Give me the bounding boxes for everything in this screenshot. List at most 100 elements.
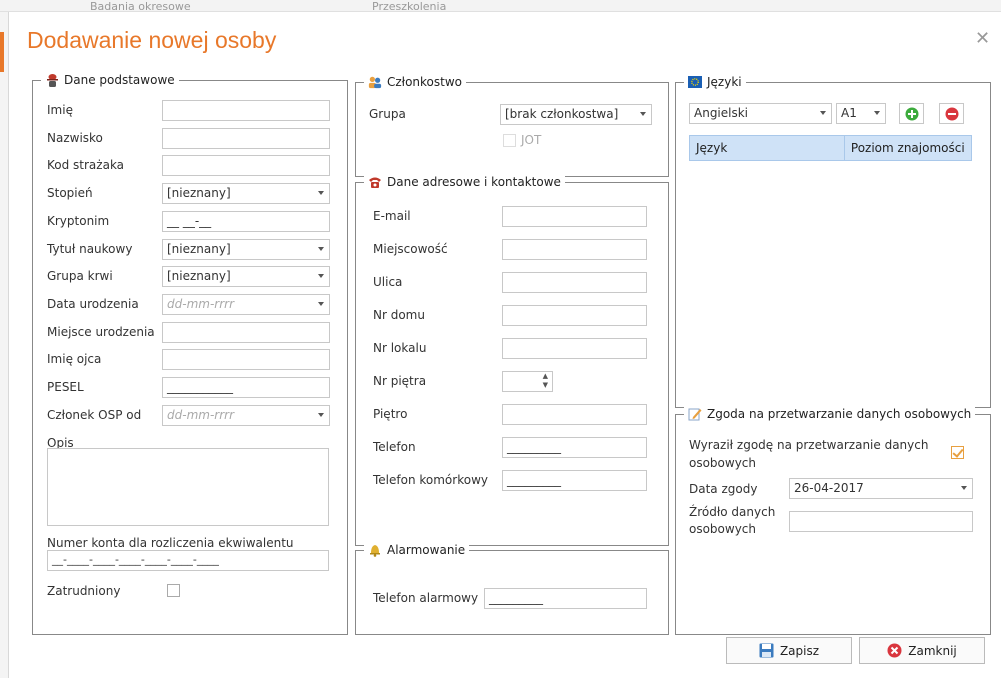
- background-tab-right: Przeszkolenia: [372, 0, 447, 12]
- basic-field-input[interactable]: [162, 155, 330, 177]
- contact-field-label: Telefon komórkowy: [373, 473, 488, 487]
- basic-field-label: Grupa krwi: [47, 269, 113, 284]
- column-poziom[interactable]: Poziom znajomości: [845, 136, 971, 160]
- consent-source-input[interactable]: [789, 511, 973, 532]
- basic-field-input[interactable]: __ __-__: [162, 210, 330, 232]
- basic-field-label: Imię: [47, 103, 73, 117]
- save-button[interactable]: Zapisz: [726, 637, 852, 664]
- basic-field-input[interactable]: ___________: [162, 377, 330, 398]
- jot-checkbox[interactable]: [503, 134, 516, 147]
- basic-field-value: [nieznany]: [167, 186, 231, 201]
- remove-language-button[interactable]: [939, 103, 964, 124]
- floppy-disk-icon: [759, 643, 774, 658]
- consent-agreed-checkbox[interactable]: [951, 446, 964, 459]
- contact-field-input[interactable]: [502, 239, 647, 260]
- contact-field-input[interactable]: [502, 305, 647, 326]
- language-select-value: Angielski: [694, 106, 749, 120]
- chevron-down-icon: [318, 301, 324, 306]
- contact-field-label: Ulica: [373, 275, 403, 289]
- contact-group: Dane adresowe i kontaktowe: [355, 174, 669, 546]
- language-select[interactable]: Angielski: [689, 103, 832, 124]
- membership-legend-text: Członkostwo: [387, 75, 463, 89]
- background-tab-left: Badania okresowe: [90, 0, 191, 12]
- dialog-title: Dodawanie nowej osoby: [27, 27, 277, 53]
- konto-input[interactable]: __-____-____-____-____-____-____: [47, 550, 329, 571]
- chevron-down-icon: [820, 111, 826, 115]
- languages-table-header: Język Poziom znajomości: [689, 135, 972, 161]
- basic-field-select[interactable]: [nieznany]: [162, 266, 330, 288]
- basic-field-input[interactable]: [162, 100, 330, 121]
- grupa-select-value: [brak członkostwa]: [505, 107, 619, 121]
- minus-icon: [945, 107, 958, 120]
- basic-field-label: Członek OSP od: [47, 407, 142, 422]
- basic-field-value: [nieznany]: [167, 269, 231, 284]
- column-jezyk[interactable]: Język: [690, 136, 845, 160]
- basic-field-input[interactable]: [162, 127, 330, 149]
- basic-field-input[interactable]: [162, 321, 330, 343]
- basic-data-legend-text: Dane podstawowe: [64, 73, 175, 87]
- chevron-down-icon: [961, 486, 967, 490]
- consent-date-picker[interactable]: 26-04-2017: [789, 478, 973, 499]
- contact-field-input[interactable]: [502, 272, 647, 293]
- basic-field-input[interactable]: [162, 349, 330, 371]
- consent-source-label: Źródło danych osobowych: [689, 505, 776, 536]
- contact-field-label: Nr piętra: [373, 374, 427, 388]
- add-person-dialog: Dodawanie nowej osoby ✕ Dane podstawowe …: [10, 12, 1001, 678]
- contact-field-label: Nr domu: [373, 308, 425, 322]
- alarm-phone-input[interactable]: _________: [484, 588, 647, 609]
- phone-icon: [368, 175, 382, 189]
- basic-field-select[interactable]: [nieznany]: [162, 238, 330, 260]
- basic-field-value: dd-mm-rrrr: [167, 296, 235, 311]
- level-select-value: A1: [841, 106, 857, 120]
- grupa-select[interactable]: [brak członkostwa]: [500, 104, 652, 125]
- chevron-down-icon: [874, 111, 880, 115]
- save-button-label: Zapisz: [779, 643, 820, 658]
- basic-field-select[interactable]: dd-mm-rrrr: [162, 293, 330, 315]
- zatrudniony-checkbox[interactable]: [167, 584, 180, 597]
- membership-group: Członkostwo: [355, 74, 669, 177]
- close-button[interactable]: Zamknij: [859, 637, 985, 664]
- chevron-down-icon: [318, 246, 324, 251]
- close-button-label: Zamknij: [908, 643, 957, 658]
- spinner-arrows-icon: ▲ ▼: [542, 372, 548, 389]
- firefighter-icon: [45, 73, 59, 87]
- floor-number-stepper[interactable]: ▲ ▼: [502, 371, 553, 392]
- contact-field-input[interactable]: [502, 404, 647, 425]
- languages-group: Języki: [675, 74, 991, 408]
- plus-icon: [905, 107, 918, 120]
- contact-field-input[interactable]: [502, 338, 647, 359]
- basic-field-select[interactable]: dd-mm-rrrr: [162, 404, 330, 426]
- contact-field-input[interactable]: _________: [502, 470, 647, 491]
- basic-field-label: Data urodzenia: [47, 296, 139, 311]
- contact-field-input[interactable]: _________: [502, 437, 647, 458]
- group-icon: [368, 75, 382, 89]
- contact-field-label: Miejscowość: [373, 242, 448, 256]
- chevron-down-icon: [318, 274, 324, 279]
- close-circle-icon: [887, 643, 902, 658]
- basic-field-value: dd-mm-rrrr: [167, 407, 235, 422]
- languages-legend-text: Języki: [707, 75, 742, 89]
- close-icon[interactable]: ✕: [975, 28, 990, 49]
- konto-label: Numer konta dla rozliczenia ekwiwalentu: [47, 536, 294, 550]
- level-select[interactable]: A1: [836, 103, 886, 124]
- basic-field-label: Stopień: [47, 186, 93, 201]
- contact-field-label: E-mail: [373, 209, 411, 223]
- basic-data-legend: Dane podstawowe: [41, 72, 179, 88]
- opis-textarea[interactable]: [47, 448, 329, 526]
- basic-field-select[interactable]: [nieznany]: [162, 183, 330, 205]
- chevron-down-icon: [640, 112, 646, 116]
- jot-label: JOT: [521, 133, 542, 147]
- background-tab-strip: Badania okresowe Przeszkolenia: [0, 0, 1001, 12]
- flag-icon: [688, 75, 702, 89]
- basic-field-label: Miejsce urodzenia: [47, 324, 155, 339]
- alarm-legend: Alarmowanie: [364, 542, 470, 558]
- consent-date-value: 26-04-2017: [794, 481, 864, 495]
- basic-field-label: Kryptonim: [47, 213, 110, 228]
- contact-field-input[interactable]: [502, 206, 647, 227]
- contact-legend: Dane adresowe i kontaktowe: [364, 174, 565, 190]
- grupa-label: Grupa: [369, 107, 406, 121]
- contact-field-label: Nr lokalu: [373, 341, 427, 355]
- edit-icon: [688, 407, 702, 421]
- consent-agreed-label: Wyraził zgodę na przetwarzanie danych os…: [689, 438, 929, 470]
- add-language-button[interactable]: [899, 103, 924, 124]
